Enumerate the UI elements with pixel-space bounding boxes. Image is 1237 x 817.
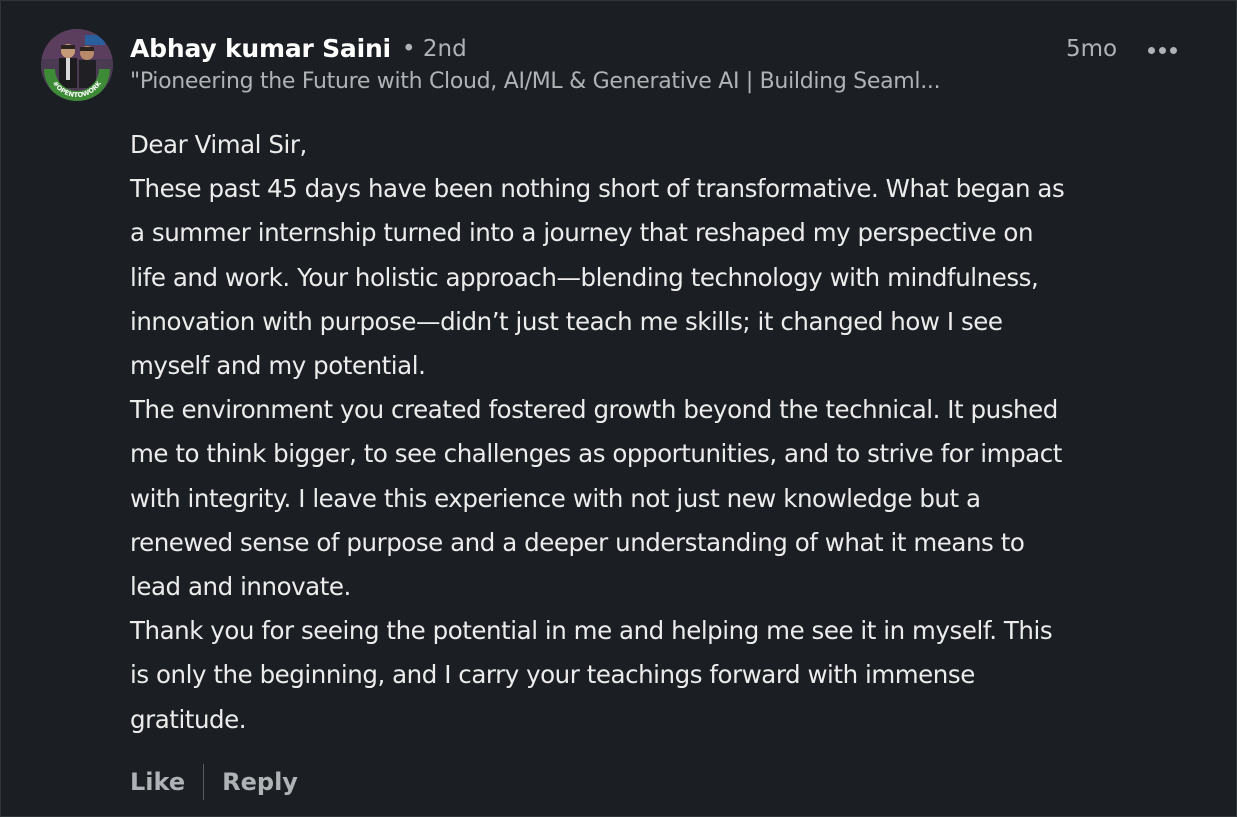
comment-line: myself and my potential.: [130, 351, 426, 381]
comment-card: #OPENTOWORK Abhay kumar Saini • 2nd "Pio…: [0, 0, 1237, 817]
avatar[interactable]: #OPENTOWORK: [41, 29, 113, 101]
comment-line: a summer internship turned into a journe…: [130, 218, 1034, 248]
author-headline: "Pioneering the Future with Cloud, AI/ML…: [130, 69, 941, 94]
author-name[interactable]: Abhay kumar Saini: [130, 34, 391, 63]
avatar-photo: #OPENTOWORK: [41, 29, 113, 101]
comment-timestamp: 5mo: [1066, 36, 1118, 62]
reply-button[interactable]: Reply: [222, 768, 298, 796]
comment-line: gratitude.: [130, 704, 247, 734]
comment-line: The environment you created fostered gro…: [130, 395, 1058, 425]
comment-line: is only the beginning, and I carry your …: [130, 660, 975, 690]
more-horizontal-icon: [1147, 46, 1155, 54]
comment-line: innovation with purpose—didn’t just teac…: [130, 306, 1003, 336]
comment-line: renewed sense of purpose and a deeper un…: [130, 527, 1025, 557]
more-horizontal-icon: [1169, 46, 1177, 54]
comment-actions: Like Reply: [130, 763, 298, 801]
comment-line: These past 45 days have been nothing sho…: [130, 174, 1065, 204]
comment-line: Dear Vimal Sir,: [130, 130, 307, 159]
action-divider: [203, 764, 205, 800]
comment-line: me to think bigger, to see challenges as…: [130, 439, 1062, 469]
connection-degree: • 2nd: [402, 36, 467, 62]
comment-body: Dear Vimal Sir, These past 45 days have …: [130, 123, 1215, 742]
like-button[interactable]: Like: [130, 768, 185, 796]
comment-line: life and work. Your holistic approach—bl…: [130, 262, 1039, 292]
more-options-button[interactable]: [1139, 37, 1185, 63]
comment-line: Thank you for seeing the potential in me…: [130, 616, 1053, 646]
comment-line: with integrity. I leave this experience …: [130, 483, 981, 513]
more-horizontal-icon: [1158, 46, 1166, 54]
comment-line: lead and innovate.: [130, 572, 351, 602]
